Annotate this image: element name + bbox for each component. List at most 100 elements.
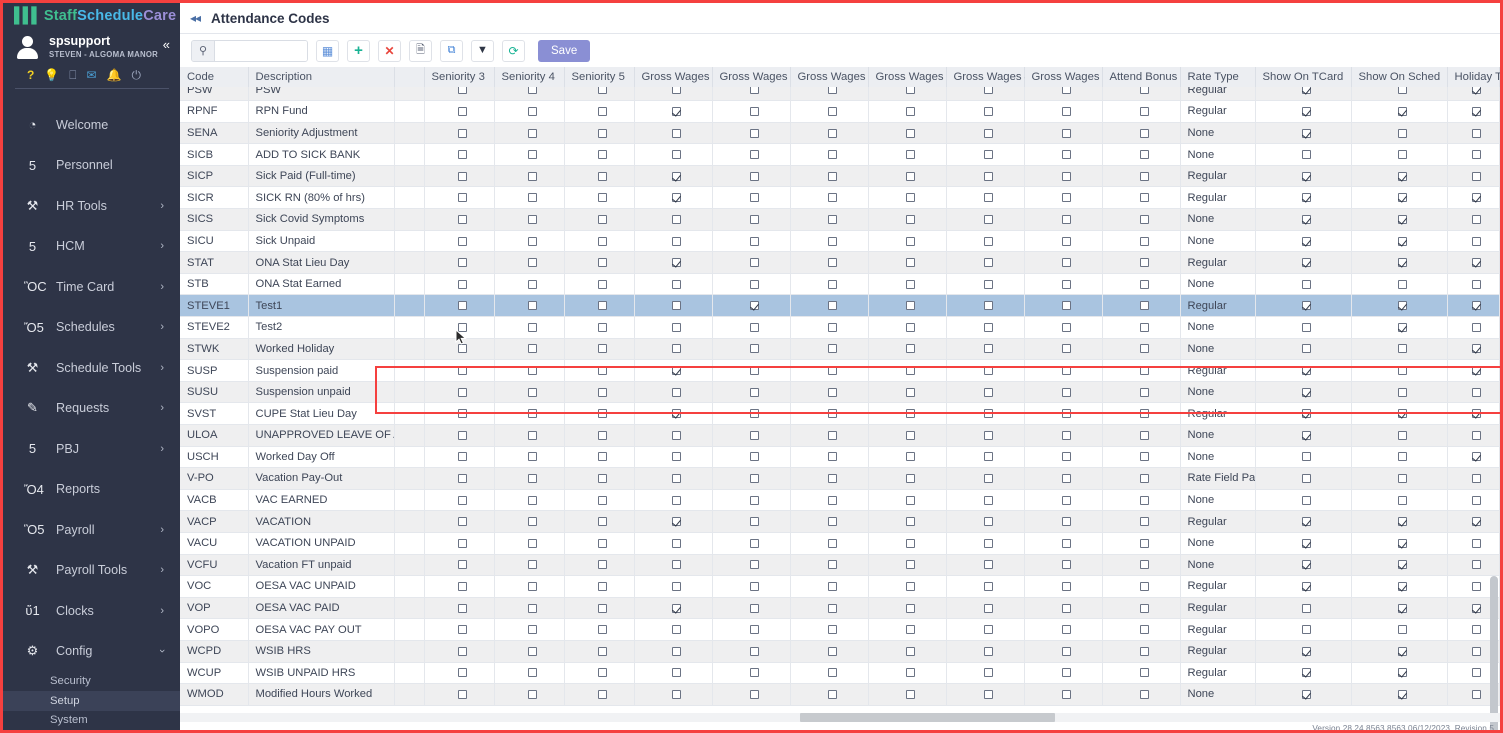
cell-gw3[interactable] bbox=[868, 360, 946, 382]
checkbox-bonus[interactable] bbox=[1140, 388, 1149, 397]
checkbox-gw4[interactable] bbox=[984, 517, 993, 526]
checkbox-tcard[interactable] bbox=[1302, 323, 1311, 332]
checkbox-gw1[interactable] bbox=[750, 344, 759, 353]
checkbox-gw[interactable] bbox=[672, 172, 681, 181]
cell-sen3[interactable] bbox=[424, 532, 494, 554]
cell-code[interactable]: VCFU bbox=[180, 554, 248, 576]
cell-sched[interactable] bbox=[1351, 295, 1447, 317]
cell-ratetype[interactable]: Rate Field Paid bbox=[1180, 468, 1255, 490]
cell-sched[interactable] bbox=[1351, 87, 1447, 101]
checkbox-gw1[interactable] bbox=[750, 172, 759, 181]
checkbox-sen3[interactable] bbox=[458, 87, 467, 94]
cell-gw5[interactable] bbox=[1024, 273, 1102, 295]
checkbox-tcard[interactable] bbox=[1302, 517, 1311, 526]
checkbox-gw5[interactable] bbox=[1062, 625, 1071, 634]
checkbox-sched[interactable] bbox=[1398, 193, 1407, 202]
cell-bonus[interactable] bbox=[1102, 144, 1180, 166]
checkbox-gw2[interactable] bbox=[828, 474, 837, 483]
table-row[interactable]: VOC OESA VAC UNPAID Regular bbox=[180, 576, 1499, 598]
cell-sen5[interactable] bbox=[564, 640, 634, 662]
checkbox-sen3[interactable] bbox=[458, 496, 467, 505]
cell-gw4[interactable] bbox=[946, 101, 1024, 123]
cell-sen3[interactable] bbox=[424, 209, 494, 231]
cell-sched[interactable] bbox=[1351, 381, 1447, 403]
checkbox-gw1[interactable] bbox=[750, 280, 759, 289]
checkbox-bonus[interactable] bbox=[1140, 625, 1149, 634]
checkbox-gw5[interactable] bbox=[1062, 215, 1071, 224]
checkbox-tcard[interactable] bbox=[1302, 474, 1311, 483]
checkbox-gw1[interactable] bbox=[750, 625, 759, 634]
cell-gw1[interactable] bbox=[712, 360, 790, 382]
cell-description[interactable]: WSIB HRS bbox=[248, 640, 394, 662]
checkbox-tcard[interactable] bbox=[1302, 582, 1311, 591]
table-row[interactable]: SICP Sick Paid (Full-time) Regular bbox=[180, 165, 1499, 187]
cell-ratetype[interactable]: None bbox=[1180, 338, 1255, 360]
checkbox-sen5[interactable] bbox=[598, 150, 607, 159]
cell-gw5[interactable] bbox=[1024, 144, 1102, 166]
cell-tcard[interactable] bbox=[1255, 144, 1351, 166]
cell-description[interactable]: WSIB UNPAID HRS bbox=[248, 662, 394, 684]
checkbox-holiday[interactable] bbox=[1472, 647, 1481, 656]
checkbox-tcard[interactable] bbox=[1302, 409, 1311, 418]
checkbox-gw2[interactable] bbox=[828, 431, 837, 440]
cell-tcard[interactable] bbox=[1255, 684, 1351, 706]
cell-sched[interactable] bbox=[1351, 425, 1447, 447]
checkbox-holiday[interactable] bbox=[1472, 344, 1481, 353]
checkbox-tcard[interactable] bbox=[1302, 388, 1311, 397]
checkbox-gw[interactable] bbox=[672, 323, 681, 332]
sidebar-collapse-button[interactable]: « bbox=[163, 38, 170, 51]
cell-bonus[interactable] bbox=[1102, 165, 1180, 187]
cell-tcard[interactable] bbox=[1255, 640, 1351, 662]
cell-description[interactable]: VACATION UNPAID bbox=[248, 532, 394, 554]
checkbox-sched[interactable] bbox=[1398, 129, 1407, 138]
checkbox-sen5[interactable] bbox=[598, 582, 607, 591]
checkbox-gw1[interactable] bbox=[750, 301, 759, 310]
cell-bonus[interactable] bbox=[1102, 576, 1180, 598]
checkbox-gw4[interactable] bbox=[984, 409, 993, 418]
checkbox-holiday[interactable] bbox=[1472, 560, 1481, 569]
mail-icon[interactable]: ✉ bbox=[87, 69, 97, 81]
cell-gw[interactable] bbox=[634, 87, 712, 101]
filter-button[interactable]: ▼ bbox=[471, 40, 494, 62]
cell-gw5[interactable] bbox=[1024, 532, 1102, 554]
checkbox-sched[interactable] bbox=[1398, 301, 1407, 310]
checkbox-gw3[interactable] bbox=[906, 560, 915, 569]
checkbox-gw5[interactable] bbox=[1062, 129, 1071, 138]
checkbox-bonus[interactable] bbox=[1140, 366, 1149, 375]
cell-gw4[interactable] bbox=[946, 230, 1024, 252]
sidebar-item-schedule-tools[interactable]: ⚒ Schedule Tools › bbox=[3, 348, 180, 389]
cell-gw2[interactable] bbox=[790, 101, 868, 123]
checkbox-tcard[interactable] bbox=[1302, 301, 1311, 310]
cell-sched[interactable] bbox=[1351, 338, 1447, 360]
cell-gw2[interactable] bbox=[790, 446, 868, 468]
checkbox-gw[interactable] bbox=[672, 582, 681, 591]
cell-gw3[interactable] bbox=[868, 489, 946, 511]
checkbox-sched[interactable] bbox=[1398, 452, 1407, 461]
cell-bonus[interactable] bbox=[1102, 468, 1180, 490]
cell-ratetype[interactable]: None bbox=[1180, 554, 1255, 576]
cell-description[interactable]: Vacation Pay-Out bbox=[248, 468, 394, 490]
checkbox-sen3[interactable] bbox=[458, 539, 467, 548]
checkbox-gw1[interactable] bbox=[750, 388, 759, 397]
cell-code[interactable]: VOP bbox=[180, 597, 248, 619]
checkbox-gw5[interactable] bbox=[1062, 452, 1071, 461]
checkbox-gw4[interactable] bbox=[984, 323, 993, 332]
cell-gw4[interactable] bbox=[946, 87, 1024, 101]
cell-bonus[interactable] bbox=[1102, 425, 1180, 447]
cell-sen3[interactable] bbox=[424, 662, 494, 684]
cell-gw3[interactable] bbox=[868, 295, 946, 317]
cell-gw2[interactable] bbox=[790, 87, 868, 101]
checkbox-holiday[interactable] bbox=[1472, 215, 1481, 224]
cell-sched[interactable] bbox=[1351, 403, 1447, 425]
checkbox-sched[interactable] bbox=[1398, 474, 1407, 483]
cell-gw2[interactable] bbox=[790, 576, 868, 598]
cell-holiday[interactable] bbox=[1447, 87, 1499, 101]
cell-sen5[interactable] bbox=[564, 295, 634, 317]
cell-gw2[interactable] bbox=[790, 597, 868, 619]
cell-tcard[interactable] bbox=[1255, 381, 1351, 403]
checkbox-gw2[interactable] bbox=[828, 107, 837, 116]
cell-gw2[interactable] bbox=[790, 273, 868, 295]
checkbox-gw5[interactable] bbox=[1062, 496, 1071, 505]
checkbox-sen4[interactable] bbox=[528, 517, 537, 526]
cell-sched[interactable] bbox=[1351, 122, 1447, 144]
